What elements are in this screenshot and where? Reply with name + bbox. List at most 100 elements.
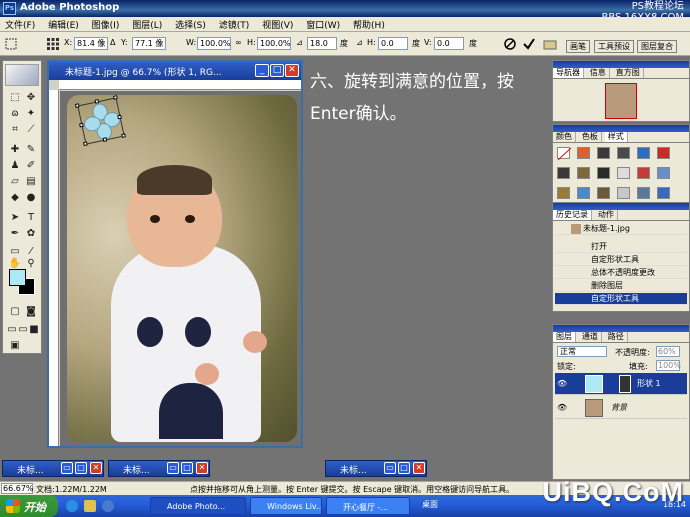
style-swatch[interactable] xyxy=(637,147,650,159)
ie-icon[interactable] xyxy=(66,500,78,512)
transform-handle[interactable] xyxy=(117,114,122,120)
tab-navigator[interactable]: 导航器 xyxy=(553,68,584,78)
menu-filter[interactable]: 滤镜(T) xyxy=(214,17,255,32)
imageready-icon[interactable]: ▣ xyxy=(8,339,22,353)
crop-tool-icon[interactable]: ⌗ xyxy=(8,123,22,137)
transform-handle[interactable] xyxy=(102,137,108,142)
style-swatch[interactable] xyxy=(617,167,630,179)
history-item[interactable]: 自定形状工具 xyxy=(555,254,687,266)
height-field[interactable]: 100.0% xyxy=(257,37,291,50)
screen-mode-full-icon[interactable]: ■ xyxy=(27,323,41,337)
transform-handle[interactable] xyxy=(74,103,80,108)
history-brush-tool-icon[interactable]: ✐ xyxy=(24,159,38,173)
style-swatch[interactable] xyxy=(657,167,670,179)
zoom-field[interactable]: 66.67% xyxy=(1,483,34,494)
tab-layers[interactable]: 图层 xyxy=(553,332,576,342)
folder-icon[interactable] xyxy=(84,500,96,512)
menu-window[interactable]: 窗口(W) xyxy=(301,17,345,32)
eye-icon[interactable]: 👁 xyxy=(557,397,567,419)
menu-file[interactable]: 文件(F) xyxy=(0,17,40,32)
foreground-color-swatch[interactable] xyxy=(9,269,26,286)
close-button[interactable]: ✕ xyxy=(285,64,299,77)
taskbar-item-restaurant[interactable]: 开心餐厅 -... xyxy=(326,497,410,515)
restore-button[interactable]: ▭ xyxy=(61,462,73,474)
brush-tool-icon[interactable]: ✎ xyxy=(24,143,38,157)
y-field[interactable]: 77.1 像 xyxy=(132,37,166,50)
transform-handle[interactable] xyxy=(113,95,118,100)
healing-brush-tool-icon[interactable]: ✚ xyxy=(8,143,22,157)
canvas[interactable] xyxy=(60,91,301,446)
maximize-button[interactable]: □ xyxy=(270,64,284,77)
eye-icon[interactable]: 👁 xyxy=(557,373,567,395)
shape-tool-icon[interactable]: ✿ xyxy=(24,227,38,241)
minimized-document[interactable]: 未标... ▭ □ ✕ xyxy=(2,460,104,477)
style-swatch[interactable] xyxy=(577,147,590,159)
transform-bounding-box[interactable] xyxy=(74,95,126,147)
minimize-button[interactable]: _ xyxy=(255,64,269,77)
angle-field[interactable]: 18.0 xyxy=(307,37,337,50)
menu-help[interactable]: 帮助(H) xyxy=(348,17,390,32)
marquee-tool-icon[interactable]: ⬚ xyxy=(8,91,22,105)
navigator-thumbnail[interactable] xyxy=(605,83,637,119)
minimized-document[interactable]: 未标... ▭ □ ✕ xyxy=(108,460,210,477)
x-field[interactable]: 81.4 像 xyxy=(74,37,108,50)
style-swatch[interactable] xyxy=(637,187,650,199)
menu-edit[interactable]: 编辑(E) xyxy=(43,17,84,32)
close-button[interactable]: ✕ xyxy=(90,462,102,474)
maximize-button[interactable]: □ xyxy=(181,462,193,474)
tab-styles[interactable]: 样式 xyxy=(604,132,628,142)
tab-color[interactable]: 颜色 xyxy=(553,132,576,142)
close-button[interactable]: ✕ xyxy=(196,462,208,474)
layer-row-shape[interactable]: 👁 形状 1 xyxy=(555,373,687,395)
menu-select[interactable]: 选择(S) xyxy=(170,17,211,32)
style-swatch[interactable] xyxy=(577,187,590,199)
standard-mode-icon[interactable]: ▢ xyxy=(8,305,22,319)
style-swatch[interactable] xyxy=(597,147,610,159)
close-button[interactable]: ✕ xyxy=(413,462,425,474)
menu-image[interactable]: 图像(I) xyxy=(87,17,125,32)
slice-tool-icon[interactable]: ⟋ xyxy=(24,123,38,137)
magic-wand-tool-icon[interactable]: ✦ xyxy=(24,107,38,121)
menu-view[interactable]: 视图(V) xyxy=(257,17,298,32)
messenger-icon[interactable] xyxy=(102,500,114,512)
adobe-feather-icon[interactable] xyxy=(5,64,39,86)
vskew-field[interactable]: 0.0 xyxy=(434,37,464,50)
tab-history[interactable]: 历史记录 xyxy=(553,210,592,220)
tab-histogram[interactable]: 直方图 xyxy=(613,68,644,78)
style-swatch[interactable] xyxy=(617,187,630,199)
transform-handle[interactable] xyxy=(83,141,88,147)
lasso-tool-icon[interactable]: ɷ xyxy=(8,107,22,121)
style-swatch[interactable] xyxy=(617,147,630,159)
eraser-tool-icon[interactable]: ▱ xyxy=(8,175,22,189)
opacity-field[interactable]: 60% xyxy=(656,346,680,357)
quick-mask-mode-icon[interactable]: ◙ xyxy=(24,305,38,319)
tab-info[interactable]: 信息 xyxy=(587,68,610,78)
move-tool-icon[interactable]: ✥ xyxy=(24,91,38,105)
history-item[interactable]: 打开 xyxy=(555,241,687,253)
history-item-selected[interactable]: 自定形状工具 xyxy=(555,293,687,305)
style-swatch[interactable] xyxy=(557,167,570,179)
pen-tool-icon[interactable]: ✒ xyxy=(8,227,22,241)
zoom-tool-icon[interactable]: ⚲ xyxy=(24,257,38,271)
tab-layer-comps[interactable]: 图层复合 xyxy=(637,40,677,53)
menu-layer[interactable]: 图层(L) xyxy=(127,17,167,32)
style-swatch[interactable] xyxy=(637,167,650,179)
restore-button[interactable]: ▭ xyxy=(167,462,179,474)
taskbar-item-windows-live[interactable]: Windows Liv... xyxy=(250,497,322,515)
history-item[interactable]: 总体不透明度更改 xyxy=(555,267,687,279)
path-selection-tool-icon[interactable]: ➤ xyxy=(8,211,22,225)
tab-brushes[interactable]: 画笔 xyxy=(566,40,590,53)
taskbar-item-photoshop[interactable]: Adobe Photo... xyxy=(150,497,246,515)
start-button[interactable]: 开始 xyxy=(0,495,58,517)
transform-handle[interactable] xyxy=(79,122,84,128)
style-swatch[interactable] xyxy=(657,187,670,199)
tab-paths[interactable]: 路径 xyxy=(605,332,628,342)
maximize-button[interactable]: □ xyxy=(398,462,410,474)
cancel-transform-icon[interactable] xyxy=(503,37,517,51)
tab-tool-presets[interactable]: 工具预设 xyxy=(594,40,634,53)
style-none[interactable] xyxy=(557,147,572,161)
desktop-toolbar-label[interactable]: 桌面 xyxy=(422,499,438,510)
commit-transform-icon[interactable] xyxy=(522,37,536,51)
history-item[interactable]: 删除图层 xyxy=(555,280,687,292)
width-field[interactable]: 100.0% xyxy=(197,37,231,50)
